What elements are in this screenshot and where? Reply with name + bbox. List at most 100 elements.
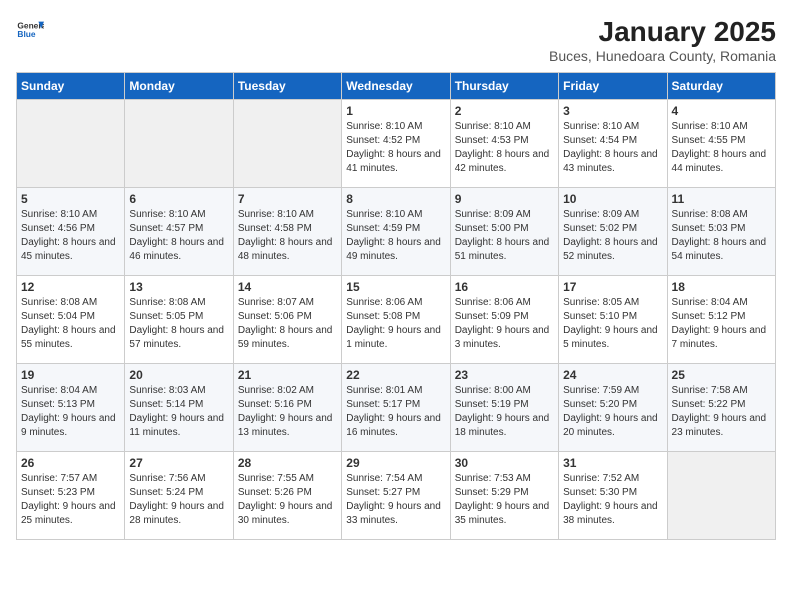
day-number: 20	[129, 368, 228, 382]
day-info: Sunrise: 8:05 AM Sunset: 5:10 PM Dayligh…	[563, 296, 662, 352]
col-thursday: Thursday	[450, 73, 558, 100]
col-saturday: Saturday	[667, 73, 775, 100]
logo-icon: General Blue	[16, 16, 44, 44]
day-number: 17	[563, 280, 662, 294]
day-cell: 28Sunrise: 7:55 AM Sunset: 5:26 PM Dayli…	[233, 452, 341, 540]
week-row-2: 5 Sunrise: 8:10 AM Sunset: 4:56 PM Daylig…	[17, 188, 776, 276]
day-info: Sunrise: 8:08 AM Sunset: 5:04 PM Dayligh…	[21, 296, 120, 352]
day-cell: 5 Sunrise: 8:10 AM Sunset: 4:56 PM Daylig…	[17, 188, 125, 276]
day-info: Sunrise: 8:03 AM Sunset: 5:14 PM Dayligh…	[129, 384, 228, 440]
day-info: Sunrise: 8:08 AM Sunset: 5:05 PM Dayligh…	[129, 296, 228, 352]
day-number: 13	[129, 280, 228, 294]
day-info: Sunrise: 8:04 AM Sunset: 5:13 PM Dayligh…	[21, 384, 120, 440]
day-cell	[233, 100, 341, 188]
week-row-5: 26Sunrise: 7:57 AM Sunset: 5:23 PM Dayli…	[17, 452, 776, 540]
day-cell: 25Sunrise: 7:58 AM Sunset: 5:22 PM Dayli…	[667, 364, 775, 452]
day-cell: 8 Sunrise: 8:10 AM Sunset: 4:59 PM Daylig…	[342, 188, 450, 276]
day-cell: 31 Sunrise: 7:52 AM Sunset: 5:30 PM Dayli…	[559, 452, 667, 540]
day-info: Sunrise: 8:09 AM Sunset: 5:02 PM Dayligh…	[563, 208, 662, 264]
day-cell: 21 Sunrise: 8:02 AM Sunset: 5:16 PM Dayli…	[233, 364, 341, 452]
day-number: 11	[672, 192, 771, 206]
day-number: 8	[346, 192, 445, 206]
day-cell: 14 Sunrise: 8:07 AM Sunset: 5:06 PM Dayli…	[233, 276, 341, 364]
header: General Blue January 2025 Buces, Hunedoa…	[16, 16, 776, 64]
day-info: Sunrise: 8:04 AM Sunset: 5:12 PM Dayligh…	[672, 296, 771, 352]
day-number: 1	[346, 104, 445, 118]
day-number: 4	[672, 104, 771, 118]
day-info: Sunrise: 8:10 AM Sunset: 4:55 PM Dayligh…	[672, 120, 771, 176]
day-info: Sunrise: 8:10 AM Sunset: 4:56 PM Dayligh…	[21, 208, 120, 264]
day-number: 14	[238, 280, 337, 294]
day-number: 10	[563, 192, 662, 206]
day-number: 26	[21, 456, 120, 470]
col-tuesday: Tuesday	[233, 73, 341, 100]
day-number: 31	[563, 456, 662, 470]
title-area: January 2025 Buces, Hunedoara County, Ro…	[549, 16, 776, 64]
header-row: Sunday Monday Tuesday Wednesday Thursday…	[17, 73, 776, 100]
col-wednesday: Wednesday	[342, 73, 450, 100]
week-row-4: 19 Sunrise: 8:04 AM Sunset: 5:13 PM Dayli…	[17, 364, 776, 452]
day-cell: 15Sunrise: 8:06 AM Sunset: 5:08 PM Dayli…	[342, 276, 450, 364]
day-info: Sunrise: 7:53 AM Sunset: 5:29 PM Dayligh…	[455, 472, 554, 528]
day-number: 30	[455, 456, 554, 470]
logo: General Blue	[16, 16, 44, 44]
day-cell: 16Sunrise: 8:06 AM Sunset: 5:09 PM Dayli…	[450, 276, 558, 364]
day-cell: 4 Sunrise: 8:10 AM Sunset: 4:55 PM Daylig…	[667, 100, 775, 188]
day-cell	[667, 452, 775, 540]
day-info: Sunrise: 8:02 AM Sunset: 5:16 PM Dayligh…	[238, 384, 337, 440]
day-info: Sunrise: 8:07 AM Sunset: 5:06 PM Dayligh…	[238, 296, 337, 352]
day-number: 24	[563, 368, 662, 382]
day-cell: 22Sunrise: 8:01 AM Sunset: 5:17 PM Dayli…	[342, 364, 450, 452]
day-number: 6	[129, 192, 228, 206]
day-cell: 9Sunrise: 8:09 AM Sunset: 5:00 PM Daylig…	[450, 188, 558, 276]
day-cell	[17, 100, 125, 188]
calendar-table: Sunday Monday Tuesday Wednesday Thursday…	[16, 72, 776, 540]
day-number: 15	[346, 280, 445, 294]
day-info: Sunrise: 8:10 AM Sunset: 4:59 PM Dayligh…	[346, 208, 445, 264]
col-friday: Friday	[559, 73, 667, 100]
day-cell: 17 Sunrise: 8:05 AM Sunset: 5:10 PM Dayli…	[559, 276, 667, 364]
day-info: Sunrise: 8:00 AM Sunset: 5:19 PM Dayligh…	[455, 384, 554, 440]
day-number: 28	[238, 456, 337, 470]
day-cell: 27 Sunrise: 7:56 AM Sunset: 5:24 PM Dayli…	[125, 452, 233, 540]
day-info: Sunrise: 8:10 AM Sunset: 4:52 PM Dayligh…	[346, 120, 445, 176]
day-number: 18	[672, 280, 771, 294]
day-cell: 7Sunrise: 8:10 AM Sunset: 4:58 PM Daylig…	[233, 188, 341, 276]
day-number: 23	[455, 368, 554, 382]
day-cell: 13 Sunrise: 8:08 AM Sunset: 5:05 PM Dayli…	[125, 276, 233, 364]
day-info: Sunrise: 8:08 AM Sunset: 5:03 PM Dayligh…	[672, 208, 771, 264]
day-number: 3	[563, 104, 662, 118]
day-number: 27	[129, 456, 228, 470]
day-cell: 18 Sunrise: 8:04 AM Sunset: 5:12 PM Dayli…	[667, 276, 775, 364]
day-info: Sunrise: 7:54 AM Sunset: 5:27 PM Dayligh…	[346, 472, 445, 528]
day-number: 29	[346, 456, 445, 470]
day-info: Sunrise: 7:52 AM Sunset: 5:30 PM Dayligh…	[563, 472, 662, 528]
day-cell: 3 Sunrise: 8:10 AM Sunset: 4:54 PM Daylig…	[559, 100, 667, 188]
day-cell: 6 Sunrise: 8:10 AM Sunset: 4:57 PM Daylig…	[125, 188, 233, 276]
day-number: 12	[21, 280, 120, 294]
day-cell	[125, 100, 233, 188]
day-cell: 11 Sunrise: 8:08 AM Sunset: 5:03 PM Dayli…	[667, 188, 775, 276]
calendar-subtitle: Buces, Hunedoara County, Romania	[549, 48, 776, 64]
day-info: Sunrise: 8:09 AM Sunset: 5:00 PM Dayligh…	[455, 208, 554, 264]
day-info: Sunrise: 8:10 AM Sunset: 4:58 PM Dayligh…	[238, 208, 337, 264]
day-cell: 12 Sunrise: 8:08 AM Sunset: 5:04 PM Dayli…	[17, 276, 125, 364]
day-info: Sunrise: 8:06 AM Sunset: 5:09 PM Dayligh…	[455, 296, 554, 352]
day-cell: 10 Sunrise: 8:09 AM Sunset: 5:02 PM Dayli…	[559, 188, 667, 276]
day-number: 19	[21, 368, 120, 382]
col-sunday: Sunday	[17, 73, 125, 100]
day-cell: 29 Sunrise: 7:54 AM Sunset: 5:27 PM Dayli…	[342, 452, 450, 540]
day-info: Sunrise: 8:01 AM Sunset: 5:17 PM Dayligh…	[346, 384, 445, 440]
day-number: 5	[21, 192, 120, 206]
day-info: Sunrise: 8:10 AM Sunset: 4:54 PM Dayligh…	[563, 120, 662, 176]
day-cell: 26Sunrise: 7:57 AM Sunset: 5:23 PM Dayli…	[17, 452, 125, 540]
day-info: Sunrise: 7:56 AM Sunset: 5:24 PM Dayligh…	[129, 472, 228, 528]
svg-text:Blue: Blue	[17, 29, 35, 39]
day-cell: 20 Sunrise: 8:03 AM Sunset: 5:14 PM Dayli…	[125, 364, 233, 452]
day-info: Sunrise: 8:10 AM Sunset: 4:57 PM Dayligh…	[129, 208, 228, 264]
day-number: 2	[455, 104, 554, 118]
week-row-3: 12 Sunrise: 8:08 AM Sunset: 5:04 PM Dayli…	[17, 276, 776, 364]
day-number: 21	[238, 368, 337, 382]
calendar-title: January 2025	[549, 16, 776, 48]
day-info: Sunrise: 7:58 AM Sunset: 5:22 PM Dayligh…	[672, 384, 771, 440]
